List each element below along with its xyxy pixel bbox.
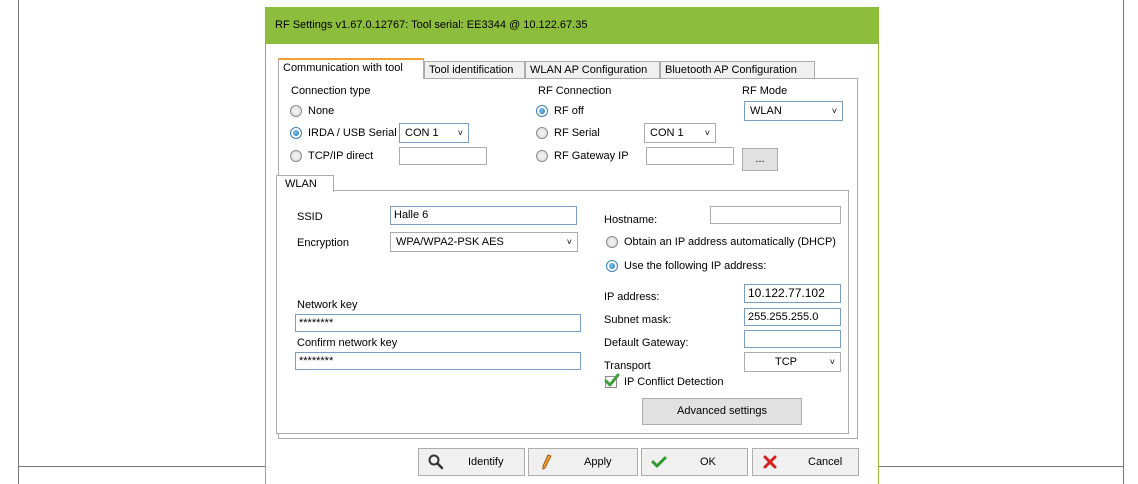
tab-communication-with-tool[interactable]: Communication with tool	[278, 58, 424, 79]
radio-static-ip-label: Use the following IP address:	[624, 260, 767, 272]
radio-none[interactable]	[290, 105, 302, 117]
subnet-mask-label: Subnet mask:	[604, 314, 672, 326]
radio-none-label: None	[308, 105, 335, 117]
cancel-button-label: Cancel	[808, 456, 843, 468]
rf-connection-heading: RF Connection	[538, 85, 612, 97]
checkmark-icon	[651, 456, 667, 468]
ip-address-label: IP address:	[604, 291, 660, 303]
tab-wlan[interactable]: WLAN	[276, 175, 334, 192]
identify-button[interactable]: Identify	[418, 448, 525, 476]
rf-gateway-browse-button[interactable]: ...	[742, 148, 778, 171]
connection-type-heading: Connection type	[291, 85, 371, 97]
checkmark-icon	[604, 373, 620, 387]
rf-mode-value: WLAN	[750, 105, 782, 117]
radio-rf-serial-label: RF Serial	[554, 127, 600, 139]
radio-tcp-ip-direct[interactable]	[290, 150, 302, 162]
hostname-input[interactable]	[710, 206, 841, 224]
window-title: RF Settings v1.67.0.12767: Tool serial: …	[275, 19, 588, 31]
network-key-input[interactable]: ********	[295, 314, 581, 332]
tcp-ip-direct-input[interactable]	[399, 147, 487, 165]
confirm-network-key-label: Confirm network key	[297, 337, 398, 349]
ssid-label: SSID	[297, 211, 323, 223]
apply-button-label: Apply	[584, 456, 612, 468]
irda-port-select[interactable]: CON 1 ˅	[399, 123, 469, 143]
ip-conflict-detection-label: IP Conflict Detection	[624, 376, 724, 388]
radio-tcp-label: TCP/IP direct	[308, 150, 374, 162]
radio-static-ip[interactable]	[606, 260, 618, 272]
chevron-down-icon: ˅	[457, 128, 463, 138]
radio-rf-gateway-ip[interactable]	[536, 150, 548, 162]
encryption-label: Encryption	[297, 237, 349, 249]
transport-label: Transport	[604, 360, 651, 372]
radio-rf-serial[interactable]	[536, 127, 548, 139]
hostname-label: Hostname:	[604, 214, 658, 226]
rf-mode-heading: RF Mode	[742, 85, 788, 97]
network-key-label: Network key	[297, 299, 358, 311]
ip-address-input[interactable]: 10.122.77.102	[744, 284, 841, 303]
rf-serial-port-value: CON 1	[650, 127, 684, 139]
radio-irda-label: IRDA / USB Serial	[308, 127, 397, 139]
rf-settings-window: RF Settings v1.67.0.12767: Tool serial: …	[265, 7, 879, 484]
identify-button-label: Identify	[468, 456, 504, 468]
irda-port-value: CON 1	[405, 127, 439, 139]
x-icon	[763, 455, 777, 469]
default-gateway-label: Default Gateway:	[604, 337, 689, 349]
chevron-down-icon: ˅	[829, 357, 835, 367]
tab-wlan-ap-configuration[interactable]: WLAN AP Configuration	[525, 61, 660, 78]
encryption-select[interactable]: WPA/WPA2-PSK AES ˅	[390, 232, 578, 252]
ip-conflict-detection-checkbox[interactable]	[604, 373, 620, 388]
transport-select[interactable]: TCP ˅	[744, 352, 841, 372]
cancel-button[interactable]: Cancel	[752, 448, 859, 476]
radio-dhcp-label: Obtain an IP address automatically (DHCP…	[624, 236, 836, 248]
tab-bluetooth-ap-configuration[interactable]: Bluetooth AP Configuration	[660, 61, 815, 78]
radio-rf-off-label: RF off	[554, 105, 584, 117]
transport-value: TCP	[775, 356, 797, 368]
rf-gateway-ip-input[interactable]	[646, 147, 734, 165]
chevron-down-icon: ˅	[566, 237, 572, 247]
tab-tool-identification[interactable]: Tool identification	[424, 61, 525, 78]
radio-irda-usb-serial[interactable]	[290, 127, 302, 139]
radio-dhcp[interactable]	[606, 236, 618, 248]
ok-button[interactable]: OK	[641, 448, 748, 476]
rf-serial-port-select[interactable]: CON 1 ˅	[644, 123, 716, 143]
chevron-down-icon: ˅	[704, 128, 710, 138]
advanced-settings-button[interactable]: Advanced settings	[642, 398, 802, 425]
rf-mode-select[interactable]: WLAN ˅	[744, 101, 843, 121]
pencil-icon	[542, 454, 552, 470]
default-gateway-input[interactable]	[744, 330, 841, 348]
radio-rf-off[interactable]	[536, 105, 548, 117]
magnifier-icon	[428, 454, 444, 470]
apply-button[interactable]: Apply	[528, 448, 638, 476]
subnet-mask-input[interactable]: 255.255.255.0	[744, 308, 841, 326]
confirm-network-key-input[interactable]: ********	[295, 352, 581, 370]
title-bar[interactable]: RF Settings v1.67.0.12767: Tool serial: …	[266, 7, 878, 44]
encryption-value: WPA/WPA2-PSK AES	[396, 236, 504, 248]
ok-button-label: OK	[700, 456, 716, 468]
ssid-input[interactable]: Halle 6	[390, 206, 577, 225]
radio-rf-gateway-label: RF Gateway IP	[554, 150, 629, 162]
chevron-down-icon: ˅	[831, 106, 837, 116]
